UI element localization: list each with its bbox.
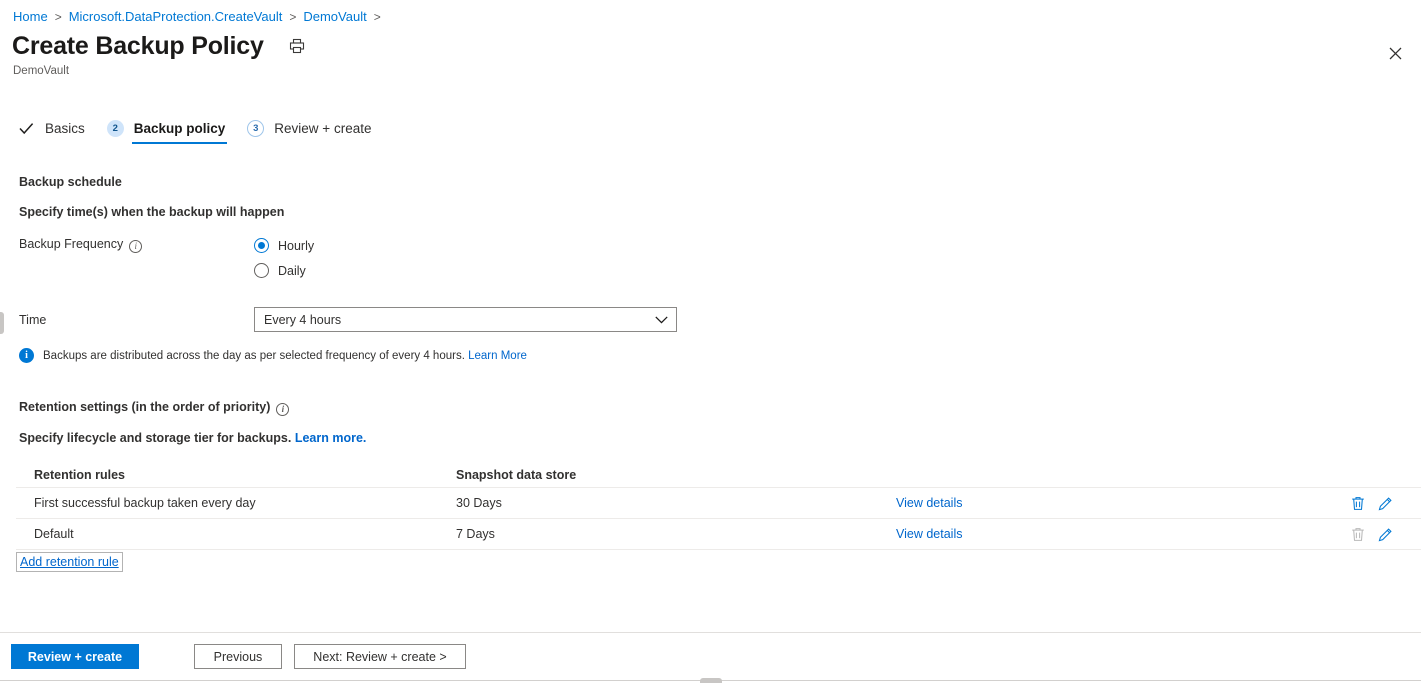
learn-more-link-frequency[interactable]: Learn More (468, 350, 527, 362)
pencil-icon[interactable] (1377, 495, 1394, 512)
radio-hourly[interactable]: Hourly (254, 233, 314, 258)
add-retention-rule-button[interactable]: Add retention rule (16, 552, 123, 572)
column-header-retention-rules: Retention rules (34, 468, 125, 482)
breadcrumb-item-home[interactable]: Home (13, 9, 48, 24)
step-number-badge: 3 (247, 120, 265, 137)
tab-review-create-number: 3 (247, 120, 265, 137)
specify-time-text: Specify time(s) when the backup will hap… (19, 205, 285, 219)
time-dropdown-value: Every 4 hours (264, 312, 342, 327)
wizard-footer: Review + create Previous Next: Review + … (0, 632, 1421, 680)
breadcrumb-separator: > (289, 9, 297, 24)
breadcrumb-item-demovault[interactable]: DemoVault (303, 9, 366, 24)
tab-review-create-label: Review + create (274, 121, 372, 136)
time-label: Time (19, 313, 47, 327)
check-icon (18, 120, 35, 137)
page-subtitle: DemoVault (13, 65, 70, 77)
retention-settings-heading-text: Retention settings (in the order of prio… (19, 400, 271, 414)
table-header-row: Retention rules Snapshot data store (16, 463, 1421, 488)
page-title-row: Create Backup Policy (12, 31, 309, 61)
backup-frequency-radio-group: Hourly Daily (254, 233, 314, 283)
breadcrumb-separator: > (54, 9, 62, 24)
info-icon[interactable]: i (129, 240, 143, 253)
retention-rules-table: Retention rules Snapshot data store Firs… (16, 463, 1421, 550)
tab-basics-label: Basics (45, 121, 85, 136)
learn-more-link-retention[interactable]: Learn more. (295, 431, 367, 445)
bottom-resize-handle[interactable] (699, 678, 722, 683)
trash-icon (1349, 526, 1366, 543)
tab-backup-policy-label: Backup policy (133, 121, 226, 136)
view-details-link[interactable]: View details (896, 496, 962, 510)
left-resize-handle[interactable] (0, 312, 4, 334)
retention-settings-heading: Retention settings (in the order of prio… (19, 400, 290, 416)
breadcrumb: Home > Microsoft.DataProtection.CreateVa… (13, 9, 388, 24)
review-create-button[interactable]: Review + create (11, 644, 139, 669)
column-header-snapshot-data-store: Snapshot data store (456, 468, 577, 482)
time-dropdown[interactable]: Every 4 hours (254, 307, 677, 332)
step-number-badge: 2 (106, 120, 124, 137)
tab-basics[interactable]: Basics (16, 113, 87, 144)
retention-rule-store: 7 Days (456, 527, 495, 541)
breadcrumb-separator: > (373, 9, 381, 24)
backup-frequency-label-text: Backup Frequency (19, 237, 124, 251)
radio-hourly-label: Hourly (278, 238, 315, 253)
page-title: Create Backup Policy (12, 32, 264, 60)
radio-daily-dot (254, 263, 269, 278)
wizard-tabs: Basics 2 Backup policy 3 Review + create (16, 112, 391, 144)
tab-backup-policy[interactable]: 2 Backup policy (105, 113, 228, 144)
table-row: Default 7 Days View details (16, 519, 1421, 550)
table-row: First successful backup taken every day … (16, 488, 1421, 519)
frequency-info-text: Backups are distributed across the day a… (43, 349, 465, 362)
pencil-icon[interactable] (1377, 526, 1394, 543)
printer-icon[interactable] (285, 34, 309, 58)
info-filled-icon: i (19, 348, 34, 363)
retention-rule-name: Default (34, 527, 74, 541)
radio-hourly-dot (254, 238, 269, 253)
view-details-link[interactable]: View details (896, 527, 962, 541)
tab-review-create[interactable]: 3 Review + create (245, 113, 373, 144)
radio-daily-label: Daily (278, 263, 306, 278)
trash-icon[interactable] (1349, 495, 1366, 512)
radio-daily[interactable]: Daily (254, 258, 314, 283)
previous-button[interactable]: Previous (194, 644, 282, 669)
retention-rule-name: First successful backup taken every day (34, 496, 256, 510)
info-icon[interactable]: i (276, 403, 290, 416)
backup-schedule-heading: Backup schedule (19, 175, 122, 189)
frequency-info-banner: i Backups are distributed across the day… (19, 348, 527, 363)
backup-frequency-label: Backup Frequency i (19, 237, 143, 253)
next-review-create-button[interactable]: Next: Review + create > (294, 644, 466, 669)
close-icon[interactable] (1379, 37, 1411, 69)
breadcrumb-item-createvault[interactable]: Microsoft.DataProtection.CreateVault (69, 9, 283, 24)
main-content: Backup schedule Specify time(s) when the… (0, 175, 1421, 640)
retention-subtext: Specify lifecycle and storage tier for b… (19, 431, 366, 445)
chevron-down-icon (655, 315, 668, 324)
retention-subtext-text: Specify lifecycle and storage tier for b… (19, 431, 292, 445)
retention-rule-store: 30 Days (456, 496, 502, 510)
tab-backup-policy-number: 2 (106, 120, 124, 137)
